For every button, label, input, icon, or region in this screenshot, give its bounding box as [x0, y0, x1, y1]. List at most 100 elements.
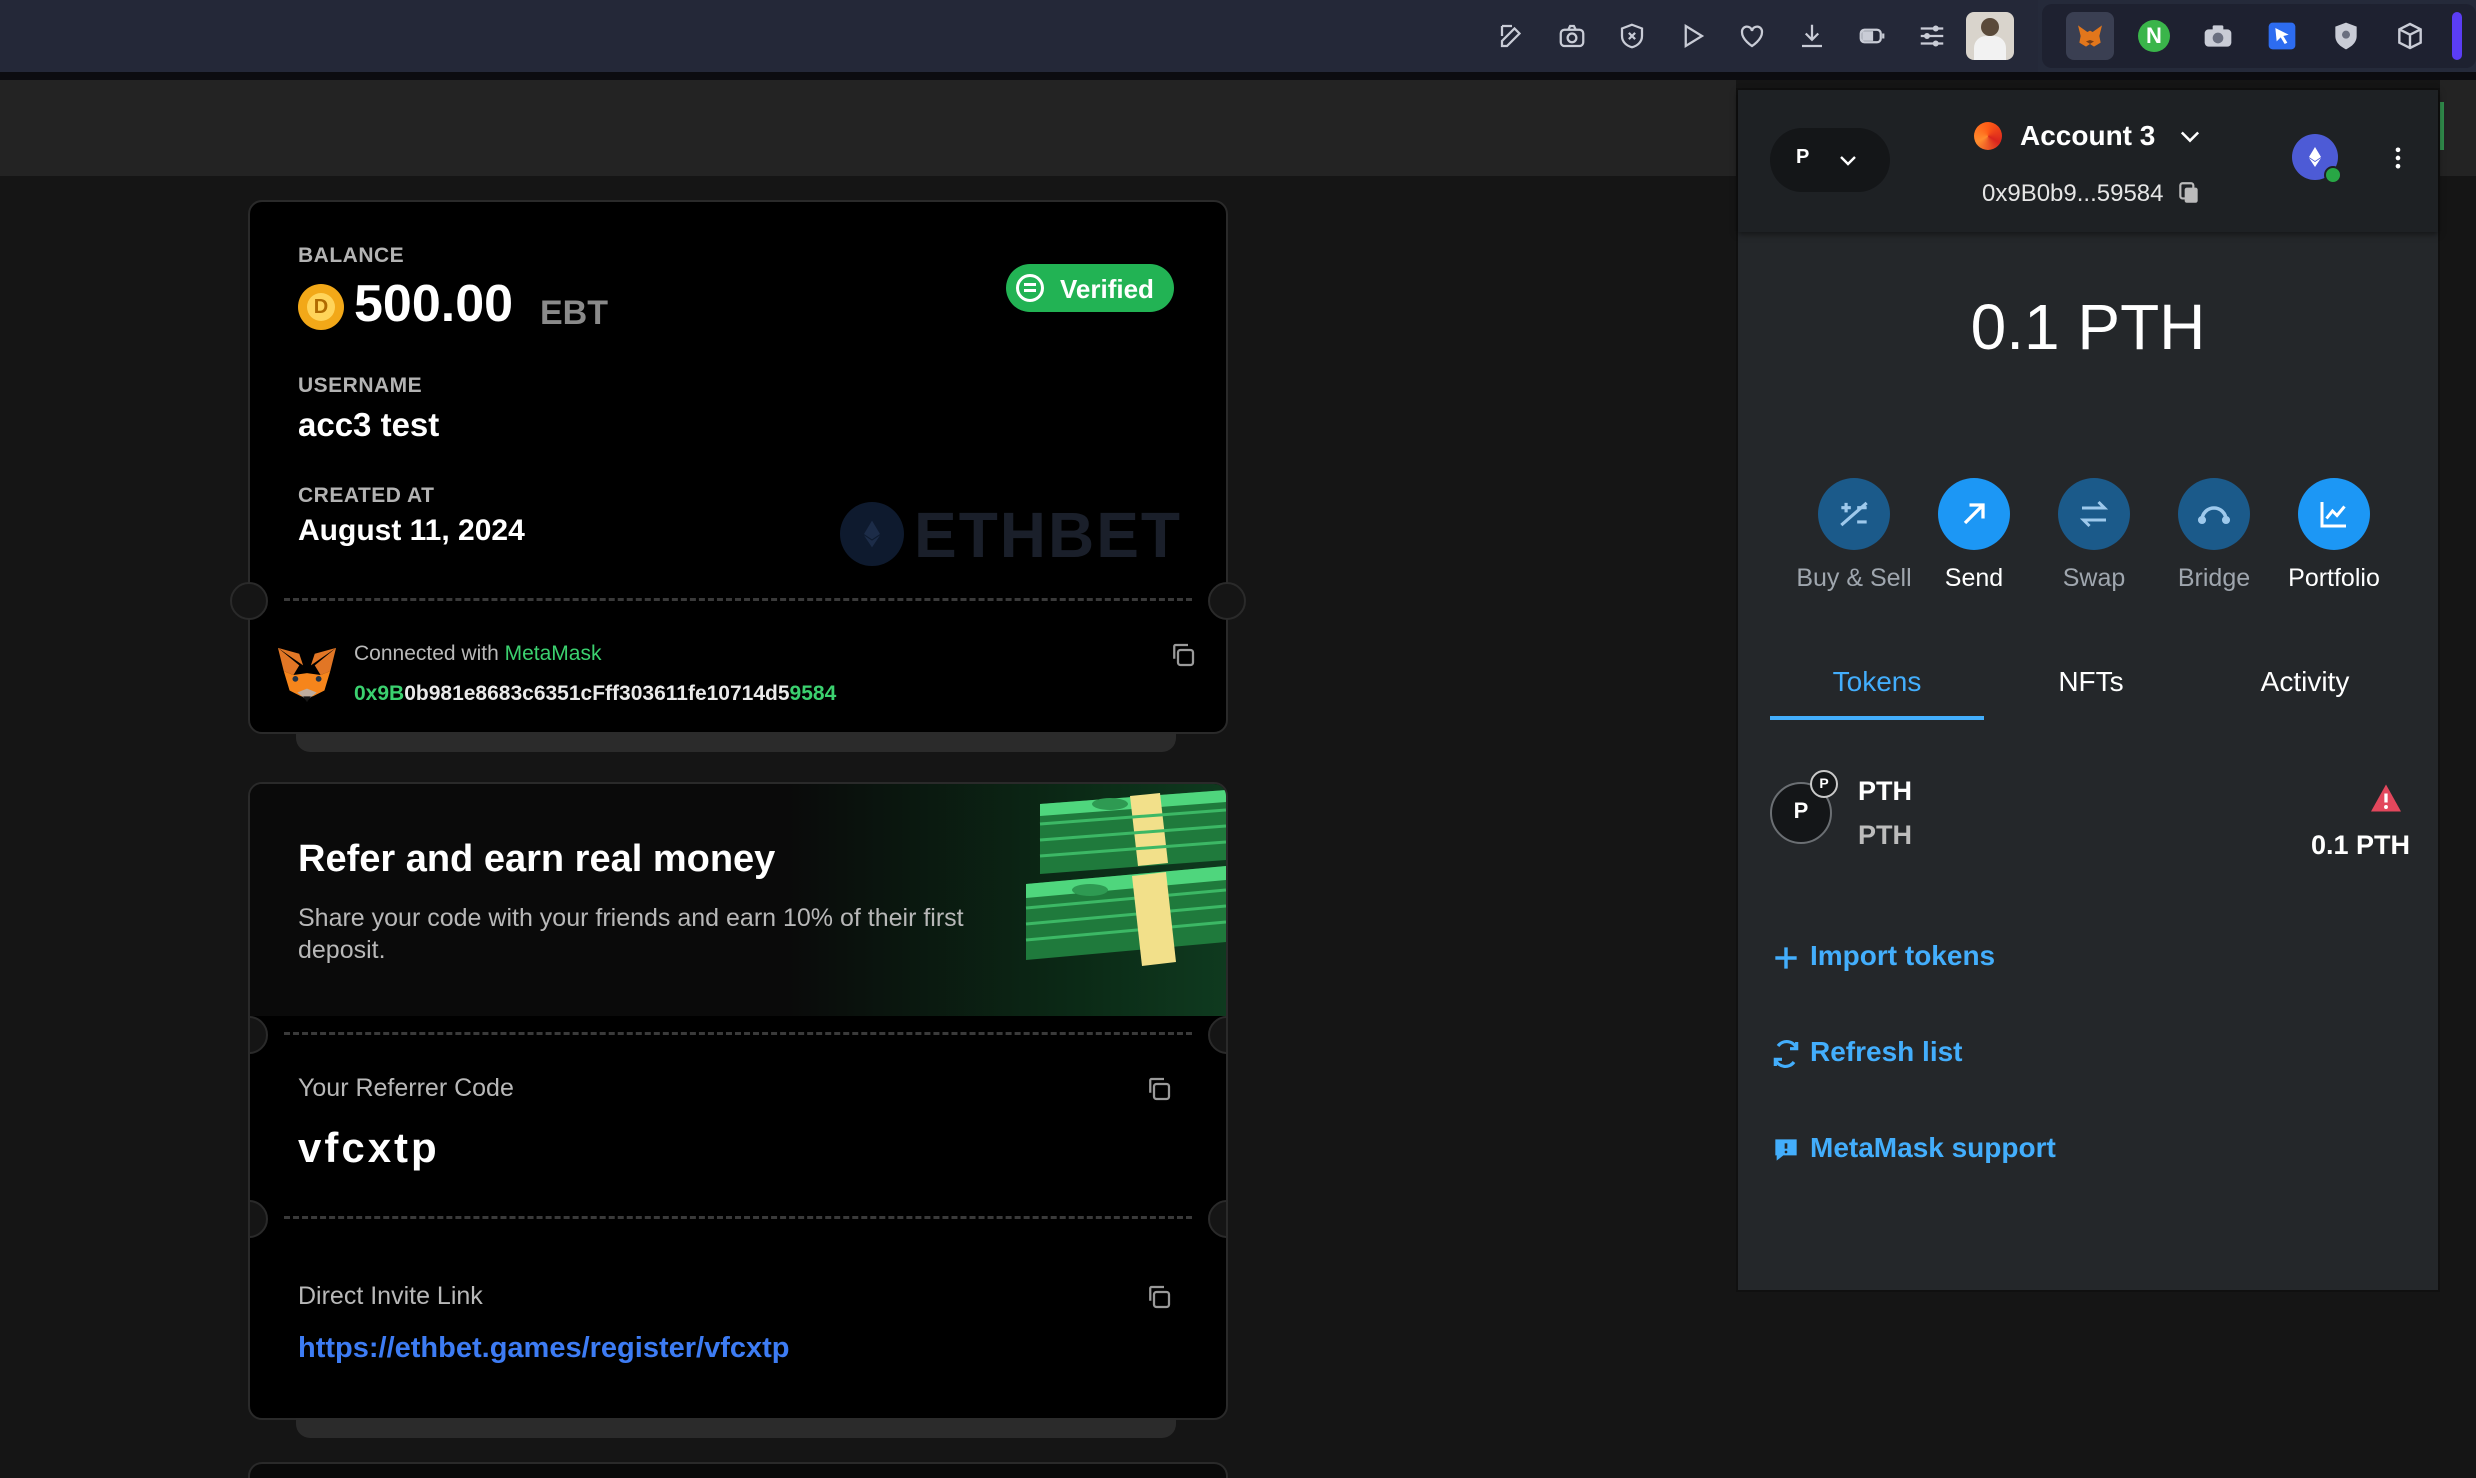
- metamask-support-link[interactable]: MetaMask support: [1810, 1132, 2056, 1164]
- wallet-balance: 0.1 PTH: [1970, 291, 2206, 363]
- chevron-down-icon: [1840, 156, 1856, 166]
- username-label: USERNAME: [298, 374, 423, 397]
- n-extension-icon[interactable]: N: [2138, 20, 2170, 52]
- created-label: CREATED AT: [298, 484, 435, 507]
- address-end: 9584: [789, 682, 837, 705]
- support-chat-icon[interactable]: [1770, 1134, 1802, 1166]
- ticket-divider: [284, 598, 1192, 601]
- header-accent: [2440, 102, 2444, 150]
- camera-extension-icon[interactable]: [2202, 20, 2234, 52]
- ticket-divider-2: [284, 1032, 1192, 1035]
- shield-extension-icon[interactable]: [2330, 20, 2362, 52]
- heart-icon[interactable]: [1736, 20, 1768, 52]
- swap-button[interactable]: [2058, 478, 2130, 550]
- camera-icon[interactable]: [1556, 20, 1588, 52]
- ebt-coin-icon: D: [298, 284, 344, 330]
- network-letter: P: [1796, 146, 1810, 168]
- ethbet-watermark: ETHBET: [914, 499, 1182, 571]
- metamask-popup: P Account 3 0x9B0b9...59584 0.1 PTH Buy …: [1736, 88, 2440, 1292]
- download-icon[interactable]: [1796, 20, 1828, 52]
- shield-x-icon[interactable]: [1616, 20, 1648, 52]
- toolbar-divider: [0, 72, 2476, 80]
- invite-link[interactable]: https://ethbet.games/register/vfcxtp: [298, 1332, 790, 1365]
- copy-code-icon[interactable]: [1144, 1074, 1174, 1104]
- connected-dot: [2324, 166, 2342, 184]
- refer-description: Share your code with your friends and ea…: [298, 904, 964, 964]
- username-value: acc3 test: [298, 406, 440, 443]
- page-header-bar: [0, 80, 1736, 176]
- invite-link-label: Direct Invite Link: [298, 1282, 483, 1310]
- balance-currency: EBT: [540, 294, 608, 332]
- ticket-notch-left-2: [250, 1016, 268, 1054]
- cursor-extension-icon[interactable]: [2266, 20, 2298, 52]
- buy-sell-button[interactable]: [1818, 478, 1890, 550]
- network-badge-letter: P: [1819, 775, 1829, 791]
- refresh-list-link[interactable]: Refresh list: [1810, 1036, 1963, 1068]
- account-name[interactable]: Account 3: [2020, 120, 2155, 152]
- ticket-notch-left-3: [250, 1200, 268, 1238]
- created-value: August 11, 2024: [298, 514, 525, 547]
- ticket-notch-left: [230, 582, 268, 620]
- referrer-code-value: vfcxtp: [298, 1124, 440, 1171]
- battery-icon[interactable]: [1856, 20, 1888, 52]
- edit-icon[interactable]: [1496, 20, 1528, 52]
- send-button[interactable]: [1938, 478, 2010, 550]
- account-address[interactable]: 0x9B0b9...59584: [1982, 180, 2164, 208]
- token-name: PTH: [1858, 776, 1912, 806]
- account-chevron-down-icon[interactable]: [2176, 122, 2204, 150]
- refresh-icon[interactable]: [1770, 1038, 1802, 1070]
- send-label: Send: [1944, 564, 2004, 592]
- connected-prefix: Connected with: [354, 642, 505, 665]
- balance-label: BALANCE: [298, 244, 405, 267]
- connected-site-icon[interactable]: [2292, 134, 2342, 184]
- ticket-notch-right: [1208, 582, 1246, 620]
- profile-avatar[interactable]: [1966, 12, 2014, 60]
- ticket-notch-right-2: [1208, 1016, 1226, 1054]
- browser-toolbar: N: [0, 0, 2476, 72]
- more-options-icon[interactable]: [2384, 144, 2412, 172]
- balance-card: BALANCE D 500.00 EBT Verified USERNAME a…: [230, 200, 1246, 734]
- sliders-icon[interactable]: [1916, 20, 1948, 52]
- token-row-pth[interactable]: P P PTH PTH 0.1 PTH: [1770, 766, 2410, 876]
- verified-label: Verified: [1060, 274, 1154, 304]
- token-symbol: PTH: [1858, 820, 1912, 850]
- balance-value: 500.00: [354, 275, 514, 333]
- play-icon[interactable]: [1676, 20, 1708, 52]
- tab-activity[interactable]: Activity: [2198, 666, 2412, 698]
- copy-account-icon[interactable]: [2176, 180, 2202, 206]
- wallet-address: 0x9B0b981e8683c6351cFff303611fe10714d595…: [354, 682, 836, 706]
- metamask-fox-logo: [274, 644, 340, 706]
- tab-tokens-underline: [1770, 716, 1984, 720]
- buy-sell-label: Buy & Sell: [1796, 564, 1912, 592]
- import-tokens-link[interactable]: Import tokens: [1810, 940, 1995, 972]
- token-amount: 0.1 PTH: [2310, 830, 2410, 860]
- connected-text: Connected with MetaMask: [354, 642, 601, 666]
- account-avatar-icon: [1974, 122, 2002, 150]
- address-middle: 0b981e8683c6351cFff303611fe10714d5: [404, 682, 790, 705]
- side-panel-indicator[interactable]: [2452, 12, 2462, 60]
- portfolio-label: Portfolio: [2288, 564, 2380, 592]
- copy-address-icon[interactable]: [1168, 640, 1198, 670]
- refer-title: Refer and earn real money: [298, 838, 776, 880]
- warning-icon[interactable]: [2368, 780, 2404, 816]
- money-stack-illustration: [1020, 784, 1226, 1014]
- ticket-divider-3: [284, 1216, 1192, 1219]
- portfolio-button[interactable]: [2298, 478, 2370, 550]
- tab-nfts[interactable]: NFTs: [1984, 666, 2198, 698]
- plus-icon[interactable]: [1770, 942, 1802, 974]
- ticket-notch-right-3: [1208, 1200, 1226, 1238]
- extensions-area: N: [2042, 4, 2476, 68]
- network-badge: P: [1810, 770, 1838, 798]
- toolbar-left-area: [0, 0, 2038, 72]
- tab-tokens[interactable]: Tokens: [1770, 666, 1984, 698]
- refer-card-shadow: [296, 1418, 1176, 1438]
- metamask-fox-icon[interactable]: [2066, 12, 2114, 60]
- bridge-button[interactable]: [2178, 478, 2250, 550]
- connected-wallet-name: MetaMask: [504, 642, 602, 665]
- copy-link-icon[interactable]: [1144, 1282, 1174, 1312]
- network-selector[interactable]: P: [1770, 128, 1890, 192]
- cube-extension-icon[interactable]: [2394, 20, 2426, 52]
- address-start: 0x9B: [354, 682, 405, 705]
- verified-badge: Verified: [1006, 264, 1174, 312]
- token-avatar-letter: P: [1793, 798, 1809, 823]
